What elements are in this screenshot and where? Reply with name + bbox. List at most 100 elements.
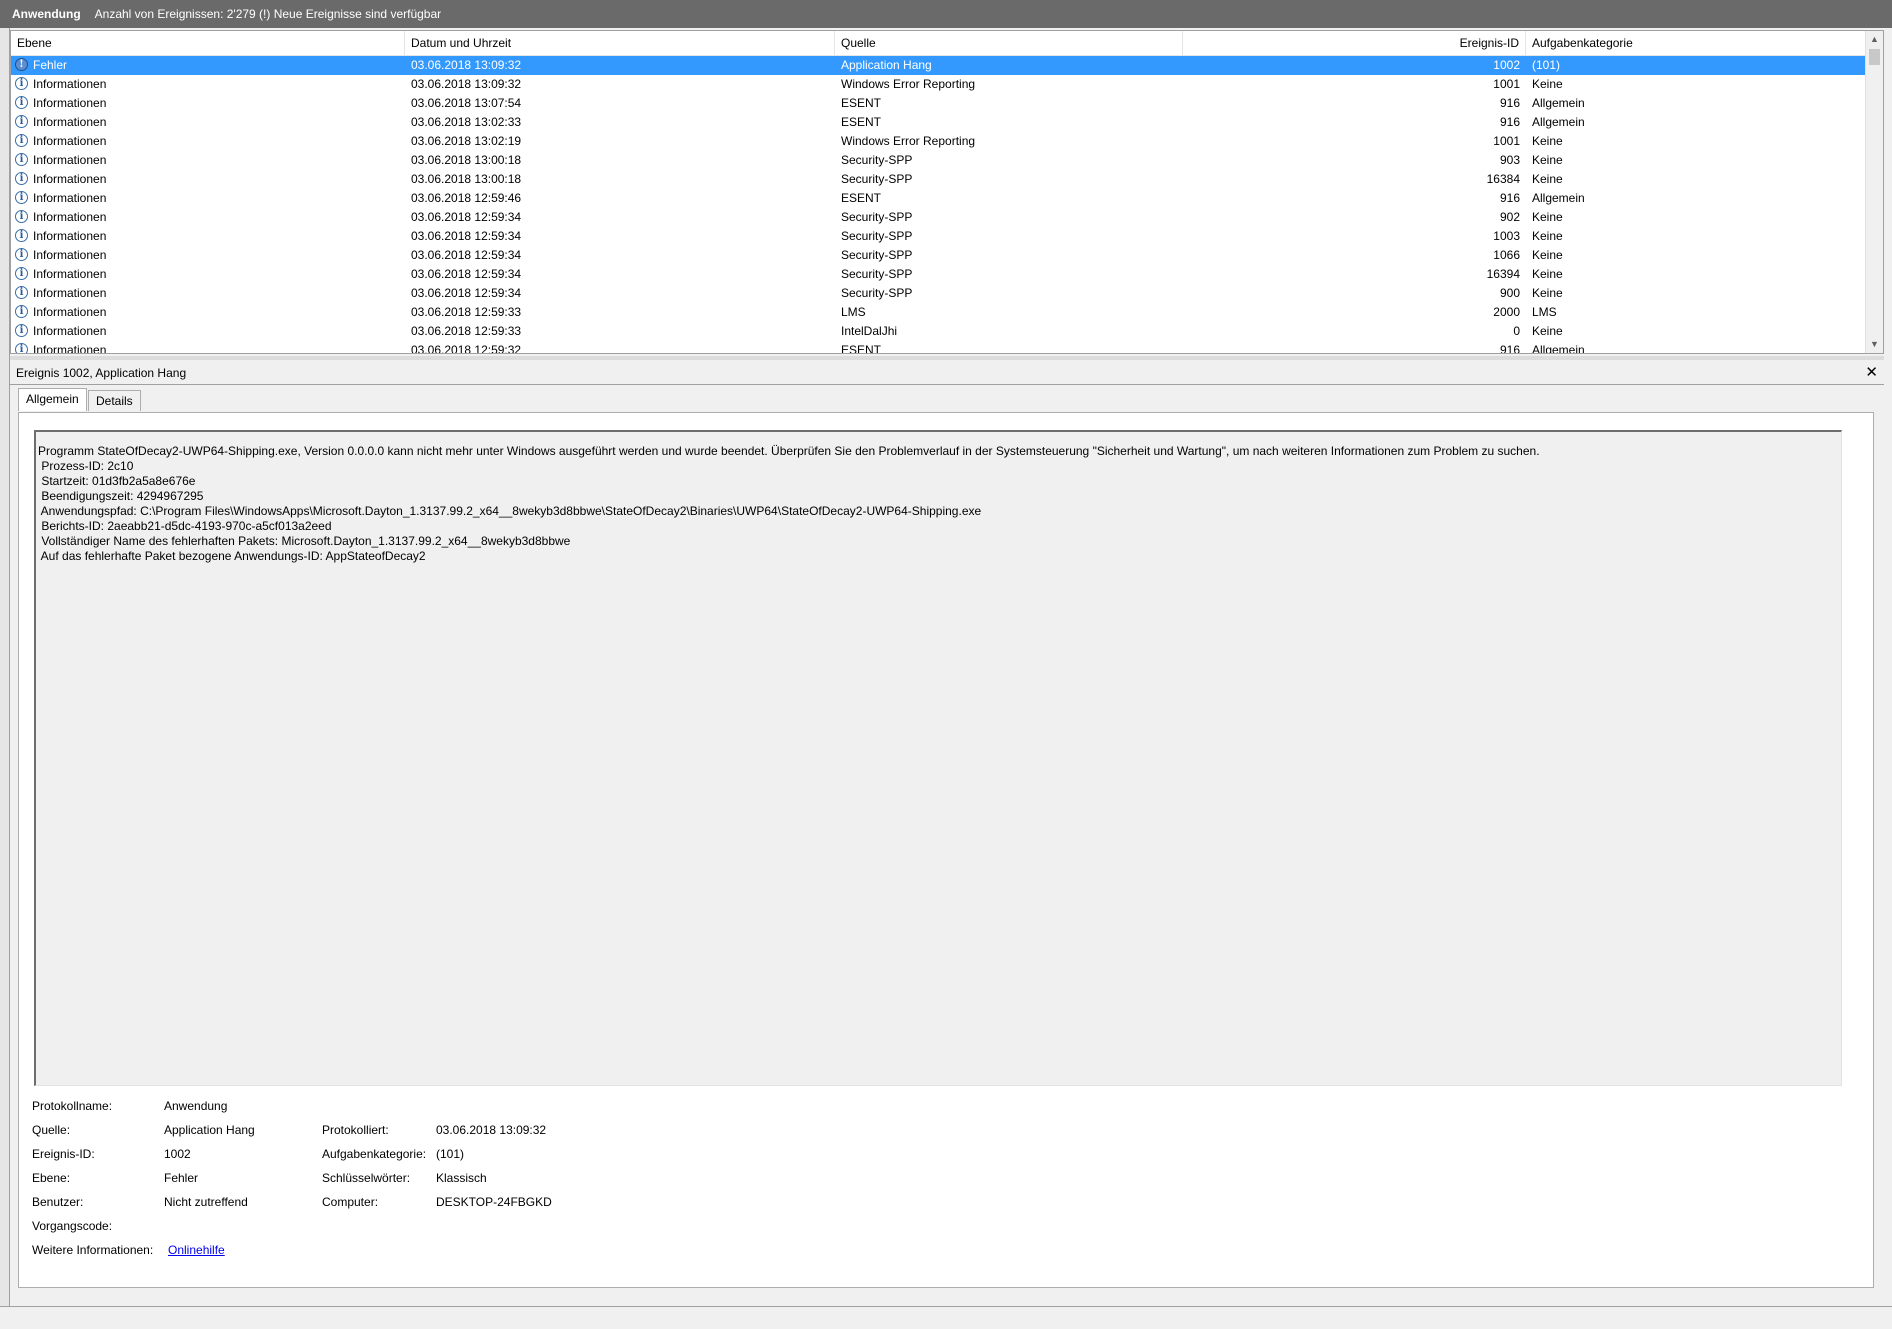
cell-aufgabenkategorie: Keine: [1532, 172, 1563, 186]
event-list-scrollbar[interactable]: ▲ ▼: [1865, 31, 1883, 353]
ereignis-id-label: Ereignis-ID:: [32, 1147, 95, 1161]
cell-aufgabenkategorie: Keine: [1532, 77, 1563, 91]
cell-ereignis-id: 1001: [1493, 77, 1520, 91]
event-message-text[interactable]: Programm StateOfDecay2-UWP64-Shipping.ex…: [34, 430, 1842, 1086]
cell-ereignis-id: 2000: [1493, 305, 1520, 319]
table-row[interactable]: i Informationen 03.06.2018 13:09:32 Windows…: [11, 75, 1867, 94]
cell-ebene: Informationen: [33, 115, 107, 129]
scroll-down-icon[interactable]: ▼: [1866, 336, 1883, 353]
message-line: Programm StateOfDecay2-UWP64-Shipping.ex…: [38, 444, 1540, 458]
cell-ebene: Fehler: [33, 58, 68, 72]
table-row[interactable]: i Informationen 03.06.2018 13:00:18 Securit…: [11, 151, 1867, 170]
cell-ereignis-id: 0: [1513, 324, 1520, 338]
cell-datum: 03.06.2018 13:02:19: [411, 134, 522, 148]
cell-aufgabenkategorie: Keine: [1532, 229, 1563, 243]
cell-datum: 03.06.2018 13:07:54: [411, 96, 522, 110]
table-row[interactable]: i Informationen 03.06.2018 12:59:32 ESENT 91…: [11, 341, 1867, 354]
ereignis-id-value: 1002: [164, 1147, 191, 1161]
close-icon[interactable]: ✕: [1865, 363, 1878, 381]
protokolliert-label: Protokolliert:: [322, 1123, 389, 1137]
cell-datum: 03.06.2018 12:59:32: [411, 343, 522, 354]
cell-ereignis-id: 16394: [1486, 267, 1520, 281]
log-header-bar: Anwendung Anzahl von Ereignissen: 2'279 …: [0, 0, 1892, 28]
cell-datum: 03.06.2018 12:59:34: [411, 210, 522, 224]
cell-aufgabenkategorie: Keine: [1532, 153, 1563, 167]
scroll-thumb[interactable]: [1869, 49, 1880, 65]
table-row[interactable]: i Informationen 03.06.2018 12:59:34 Securit…: [11, 284, 1867, 303]
cell-datum: 03.06.2018 13:00:18: [411, 172, 522, 186]
event-list[interactable]: Ebene Datum und Uhrzeit Quelle Ereignis-…: [10, 30, 1884, 354]
cell-quelle: Windows Error Reporting: [841, 77, 976, 91]
table-row[interactable]: ! Fehler 03.06.2018 13:09:32 Application Ha…: [11, 56, 1867, 75]
cell-ebene: Informationen: [33, 267, 107, 281]
table-row[interactable]: i Informationen 03.06.2018 12:59:34 Securit…: [11, 246, 1867, 265]
information-icon: i: [15, 77, 28, 90]
cell-ereignis-id: 16384: [1486, 172, 1520, 186]
cell-quelle: Security-SPP: [841, 172, 913, 186]
tab-details[interactable]: Details: [88, 390, 141, 411]
table-row[interactable]: i Informationen 03.06.2018 12:59:34 Securit…: [11, 265, 1867, 284]
information-icon: i: [15, 134, 28, 147]
cell-ebene: Informationen: [33, 324, 107, 338]
cell-aufgabenkategorie: Allgemein: [1532, 115, 1585, 129]
table-row[interactable]: i Informationen 03.06.2018 13:07:54 ESENT 91…: [11, 94, 1867, 113]
table-row[interactable]: i Informationen 03.06.2018 12:59:33 IntelDa…: [11, 322, 1867, 341]
cell-ereignis-id: 916: [1499, 115, 1520, 129]
message-line: Prozess-ID: 2c10: [38, 459, 134, 473]
cell-ebene: Informationen: [33, 343, 107, 354]
table-row[interactable]: i Informationen 03.06.2018 13:02:19 Windows…: [11, 132, 1867, 151]
cell-aufgabenkategorie: Allgemein: [1532, 343, 1585, 354]
cell-ereignis-id: 903: [1499, 153, 1520, 167]
column-header-ebene[interactable]: Ebene: [11, 31, 405, 55]
cell-quelle: Security-SPP: [841, 267, 913, 281]
cell-ebene: Informationen: [33, 134, 107, 148]
pane-splitter[interactable]: [10, 356, 1884, 360]
cell-aufgabenkategorie: Keine: [1532, 134, 1563, 148]
cell-ereignis-id: 916: [1499, 191, 1520, 205]
cell-aufgabenkategorie: Keine: [1532, 210, 1563, 224]
cell-ereignis-id: 902: [1499, 210, 1520, 224]
table-row[interactable]: i Informationen 03.06.2018 12:59:34 Securit…: [11, 208, 1867, 227]
cell-ereignis-id: 1066: [1493, 248, 1520, 262]
column-header-ereignis-id[interactable]: Ereignis-ID: [1183, 31, 1526, 55]
information-icon: i: [15, 324, 28, 337]
benutzer-label: Benutzer:: [32, 1195, 84, 1209]
error-icon: !: [15, 58, 28, 71]
cell-ebene: Informationen: [33, 77, 107, 91]
information-icon: i: [15, 172, 28, 185]
table-row[interactable]: i Informationen 03.06.2018 12:59:34 Securit…: [11, 227, 1867, 246]
cell-aufgabenkategorie: Allgemein: [1532, 96, 1585, 110]
scroll-up-icon[interactable]: ▲: [1866, 31, 1883, 48]
table-row[interactable]: i Informationen 03.06.2018 12:59:33 LMS 2000…: [11, 303, 1867, 322]
cell-datum: 03.06.2018 12:59:33: [411, 324, 522, 338]
cell-quelle: ESENT: [841, 343, 882, 354]
log-name: Anwendung: [12, 7, 81, 21]
cell-quelle: Security-SPP: [841, 153, 913, 167]
cell-datum: 03.06.2018 13:09:32: [411, 77, 522, 91]
information-icon: i: [15, 248, 28, 261]
table-row[interactable]: i Informationen 03.06.2018 13:00:18 Securit…: [11, 170, 1867, 189]
cell-ereignis-id: 916: [1499, 96, 1520, 110]
cell-quelle: ESENT: [841, 115, 882, 129]
information-icon: i: [15, 305, 28, 318]
cell-datum: 03.06.2018 12:59:34: [411, 248, 522, 262]
tab-allgemein[interactable]: Allgemein: [18, 388, 87, 411]
information-icon: i: [15, 229, 28, 242]
cell-quelle: Security-SPP: [841, 286, 913, 300]
column-header-quelle[interactable]: Quelle: [835, 31, 1183, 55]
column-header-datum[interactable]: Datum und Uhrzeit: [405, 31, 835, 55]
onlinehilfe-link[interactable]: Onlinehilfe: [168, 1243, 225, 1257]
information-icon: i: [15, 286, 28, 299]
cell-aufgabenkategorie: Allgemein: [1532, 191, 1585, 205]
protokolliert-value: 03.06.2018 13:09:32: [436, 1123, 547, 1137]
weitere-informationen-label: Weitere Informationen:: [32, 1243, 154, 1257]
column-header-aufgabenkategorie[interactable]: Aufgabenkategorie: [1526, 31, 1867, 55]
schluesselwoerter-label: Schlüsselwörter:: [322, 1171, 411, 1185]
information-icon: i: [15, 191, 28, 204]
table-row[interactable]: i Informationen 03.06.2018 13:02:33 ESENT 91…: [11, 113, 1867, 132]
event-detail-title: Ereignis 1002, Application Hang: [16, 366, 187, 380]
cell-datum: 03.06.2018 12:59:34: [411, 229, 522, 243]
cell-datum: 03.06.2018 13:00:18: [411, 153, 522, 167]
table-row[interactable]: i Informationen 03.06.2018 12:59:46 ESENT 91…: [11, 189, 1867, 208]
event-list-header: Ebene Datum und Uhrzeit Quelle Ereignis-…: [11, 31, 1867, 56]
